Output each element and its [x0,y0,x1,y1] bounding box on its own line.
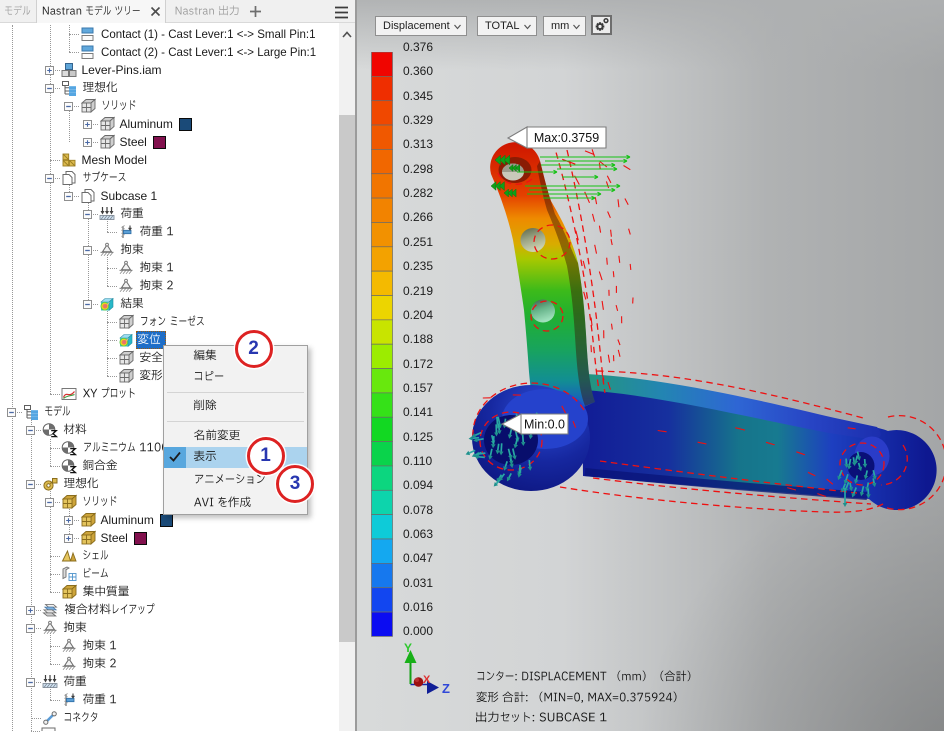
svg-text:Y: Y [404,641,412,655]
svg-text:Z: Z [442,681,450,696]
svg-text:Min:0.0: Min:0.0 [524,418,565,432]
svg-text:Max:0.3759: Max:0.3759 [534,131,599,145]
svg-text:X: X [423,674,431,686]
